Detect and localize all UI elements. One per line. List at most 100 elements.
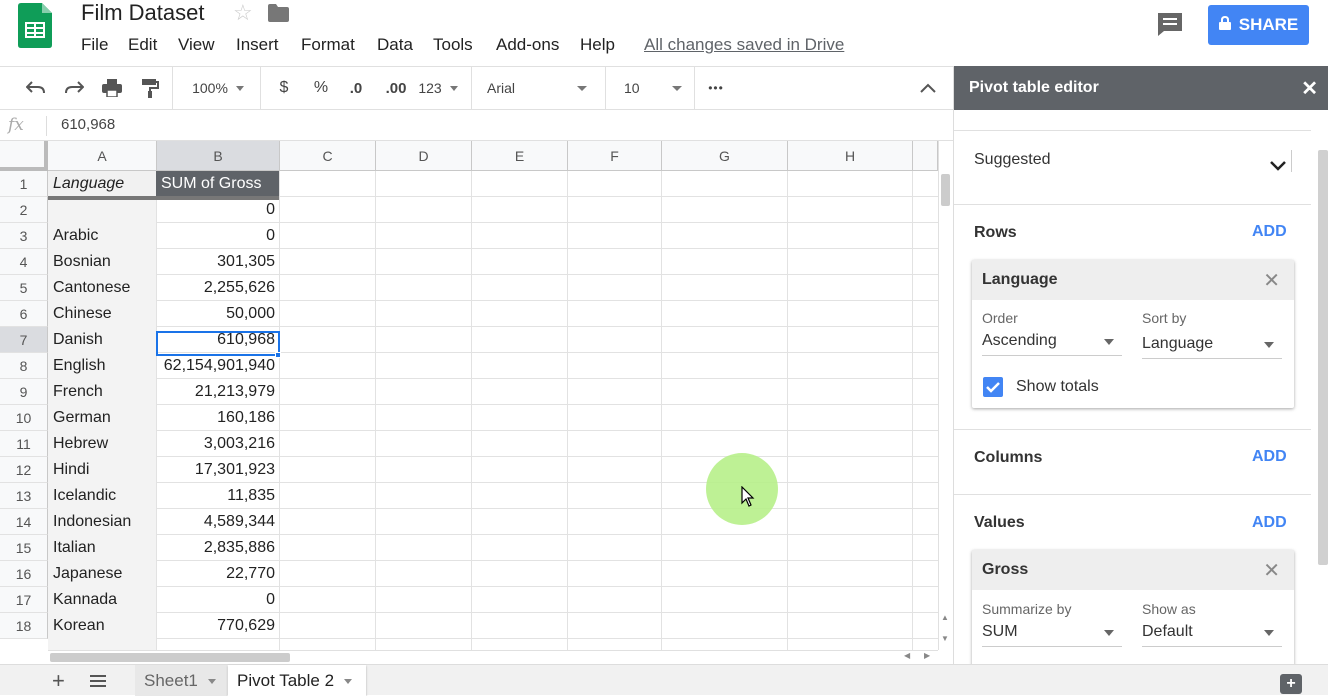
add-sheet-icon[interactable]: + xyxy=(52,665,65,696)
cell-sum-of-gross[interactable]: 22,770 xyxy=(157,561,279,587)
cell-sum-of-gross[interactable]: 2,255,626 xyxy=(157,275,279,301)
cell-sum-of-gross[interactable]: 50,000 xyxy=(157,301,279,327)
cell-sum-of-gross[interactable]: 21,213,979 xyxy=(157,379,279,405)
comments-icon[interactable] xyxy=(1156,11,1184,37)
font-family-select[interactable]: Arial xyxy=(477,67,595,109)
font-size-select[interactable]: 10 xyxy=(612,67,690,109)
cell-language[interactable]: Bosnian xyxy=(49,249,156,275)
menu-data[interactable]: Data xyxy=(377,35,413,55)
cell-sum-of-gross[interactable]: 11,835 xyxy=(157,483,279,509)
row-header[interactable]: 2 xyxy=(0,197,48,223)
zoom-select[interactable]: 100% xyxy=(183,67,253,109)
row-header[interactable]: 17 xyxy=(0,587,48,613)
row-header[interactable]: 6 xyxy=(0,301,48,327)
sortby-select[interactable]: Language xyxy=(1142,333,1282,359)
sheet-tab-pivot-table-2[interactable]: Pivot Table 2 xyxy=(228,665,366,696)
show-totals-checkbox[interactable] xyxy=(983,377,1003,397)
row-header[interactable]: 9 xyxy=(0,379,48,405)
scroll-down-icon[interactable]: ▼ xyxy=(941,634,949,643)
remove-row-icon[interactable]: ✕ xyxy=(1263,268,1280,293)
increase-decimal-button[interactable]: .00 xyxy=(381,67,411,109)
scroll-up-icon[interactable]: ▲ xyxy=(941,613,949,622)
cell-language[interactable] xyxy=(49,197,156,223)
menu-tools[interactable]: Tools xyxy=(433,35,473,55)
summarize-select[interactable]: SUM xyxy=(982,621,1122,647)
cell-language[interactable]: Japanese xyxy=(49,561,156,587)
cell-language[interactable]: Arabic xyxy=(49,223,156,249)
redo-icon[interactable] xyxy=(60,67,88,109)
all-sheets-icon[interactable] xyxy=(90,665,106,696)
row-header[interactable]: 3 xyxy=(0,223,48,249)
share-button[interactable]: SHARE xyxy=(1208,5,1309,45)
column-header-b[interactable]: B xyxy=(157,141,280,171)
cell-sum-of-gross[interactable]: 17,301,923 xyxy=(157,457,279,483)
cell-sum-of-gross[interactable]: 0 xyxy=(157,587,279,613)
row-header[interactable]: 8 xyxy=(0,353,48,379)
cell-language[interactable]: Kannada xyxy=(49,587,156,613)
row-header[interactable]: 15 xyxy=(0,535,48,561)
formula-input[interactable]: 610,968 xyxy=(61,116,115,133)
pivot-header-language[interactable]: Language xyxy=(49,171,156,197)
cell-sum-of-gross[interactable]: 301,305 xyxy=(157,249,279,275)
rows-add-button[interactable]: ADD xyxy=(1252,223,1287,241)
sheets-logo-icon[interactable] xyxy=(18,3,52,48)
cell-sum-of-gross[interactable]: 4,589,344 xyxy=(157,509,279,535)
cell-language[interactable]: Icelandic xyxy=(49,483,156,509)
save-status-link[interactable]: All changes saved in Drive xyxy=(644,35,844,55)
row-header[interactable]: 11 xyxy=(0,431,48,457)
cell-language[interactable]: English xyxy=(49,353,156,379)
column-header-e[interactable]: E xyxy=(472,141,568,171)
decrease-decimal-button[interactable]: .0 xyxy=(343,67,369,109)
cell-sum-of-gross[interactable]: 2,835,886 xyxy=(157,535,279,561)
row-header[interactable]: 7 xyxy=(0,327,48,353)
menu-format[interactable]: Format xyxy=(301,35,355,55)
pivot-header-sum-gross[interactable]: SUM of Gross xyxy=(157,171,279,197)
scroll-right-icon[interactable]: ▶ xyxy=(924,651,930,660)
row-header[interactable]: 18 xyxy=(0,613,48,639)
cell-language[interactable]: Danish xyxy=(49,327,156,353)
column-header-c[interactable]: C xyxy=(280,141,376,171)
close-icon[interactable]: ✕ xyxy=(1301,76,1318,101)
remove-value-icon[interactable]: ✕ xyxy=(1263,558,1280,583)
scroll-left-icon[interactable]: ◀ xyxy=(904,651,910,660)
menu-edit[interactable]: Edit xyxy=(128,35,157,55)
cell-language[interactable]: Chinese xyxy=(49,301,156,327)
cell-language[interactable]: German xyxy=(49,405,156,431)
cell-sum-of-gross[interactable]: 610,968 xyxy=(157,327,279,353)
order-select[interactable]: Ascending xyxy=(982,330,1122,356)
values-add-button[interactable]: ADD xyxy=(1252,514,1287,532)
row-header[interactable]: 5 xyxy=(0,275,48,301)
horizontal-scroll-thumb[interactable] xyxy=(50,653,290,662)
suggested-label[interactable]: Suggested xyxy=(974,151,1051,169)
column-header-g[interactable]: G xyxy=(662,141,788,171)
menu-file[interactable]: File xyxy=(81,35,108,55)
showas-select[interactable]: Default xyxy=(1142,621,1282,647)
cell-language[interactable]: Italian xyxy=(49,535,156,561)
cell-sum-of-gross[interactable]: 160,186 xyxy=(157,405,279,431)
sheet-tab-sheet1[interactable]: Sheet1 xyxy=(135,665,227,696)
row-header[interactable]: 14 xyxy=(0,509,48,535)
percent-format-button[interactable]: % xyxy=(309,67,333,109)
row-header[interactable]: 4 xyxy=(0,249,48,275)
column-header-h[interactable]: H xyxy=(788,141,913,171)
cell-language[interactable]: Indonesian xyxy=(49,509,156,535)
cell-language[interactable]: French xyxy=(49,379,156,405)
more-formats-select[interactable]: 123 xyxy=(416,67,460,109)
star-icon[interactable]: ☆ xyxy=(233,0,253,26)
cell-sum-of-gross[interactable]: 770,629 xyxy=(157,613,279,639)
vertical-scroll-thumb[interactable] xyxy=(941,174,950,206)
row-header[interactable]: 13 xyxy=(0,483,48,509)
chevron-down-icon[interactable] xyxy=(1270,158,1286,176)
menu-view[interactable]: View xyxy=(178,35,215,55)
cell-language[interactable]: Cantonese xyxy=(49,275,156,301)
row-header[interactable]: 1 xyxy=(0,171,48,197)
explore-icon[interactable]: + xyxy=(1280,674,1302,694)
horizontal-scrollbar[interactable]: ◀ ▶ xyxy=(48,650,938,664)
menu-addons[interactable]: Add-ons xyxy=(496,35,559,55)
row-header[interactable]: 16 xyxy=(0,561,48,587)
cell-language[interactable]: Hindi xyxy=(49,457,156,483)
columns-add-button[interactable]: ADD xyxy=(1252,448,1287,466)
cell-sum-of-gross[interactable]: 0 xyxy=(157,197,279,223)
spreadsheet-grid[interactable]: A B C D E F G H Language SUM of Gross 12… xyxy=(0,141,938,650)
column-header-d[interactable]: D xyxy=(376,141,472,171)
